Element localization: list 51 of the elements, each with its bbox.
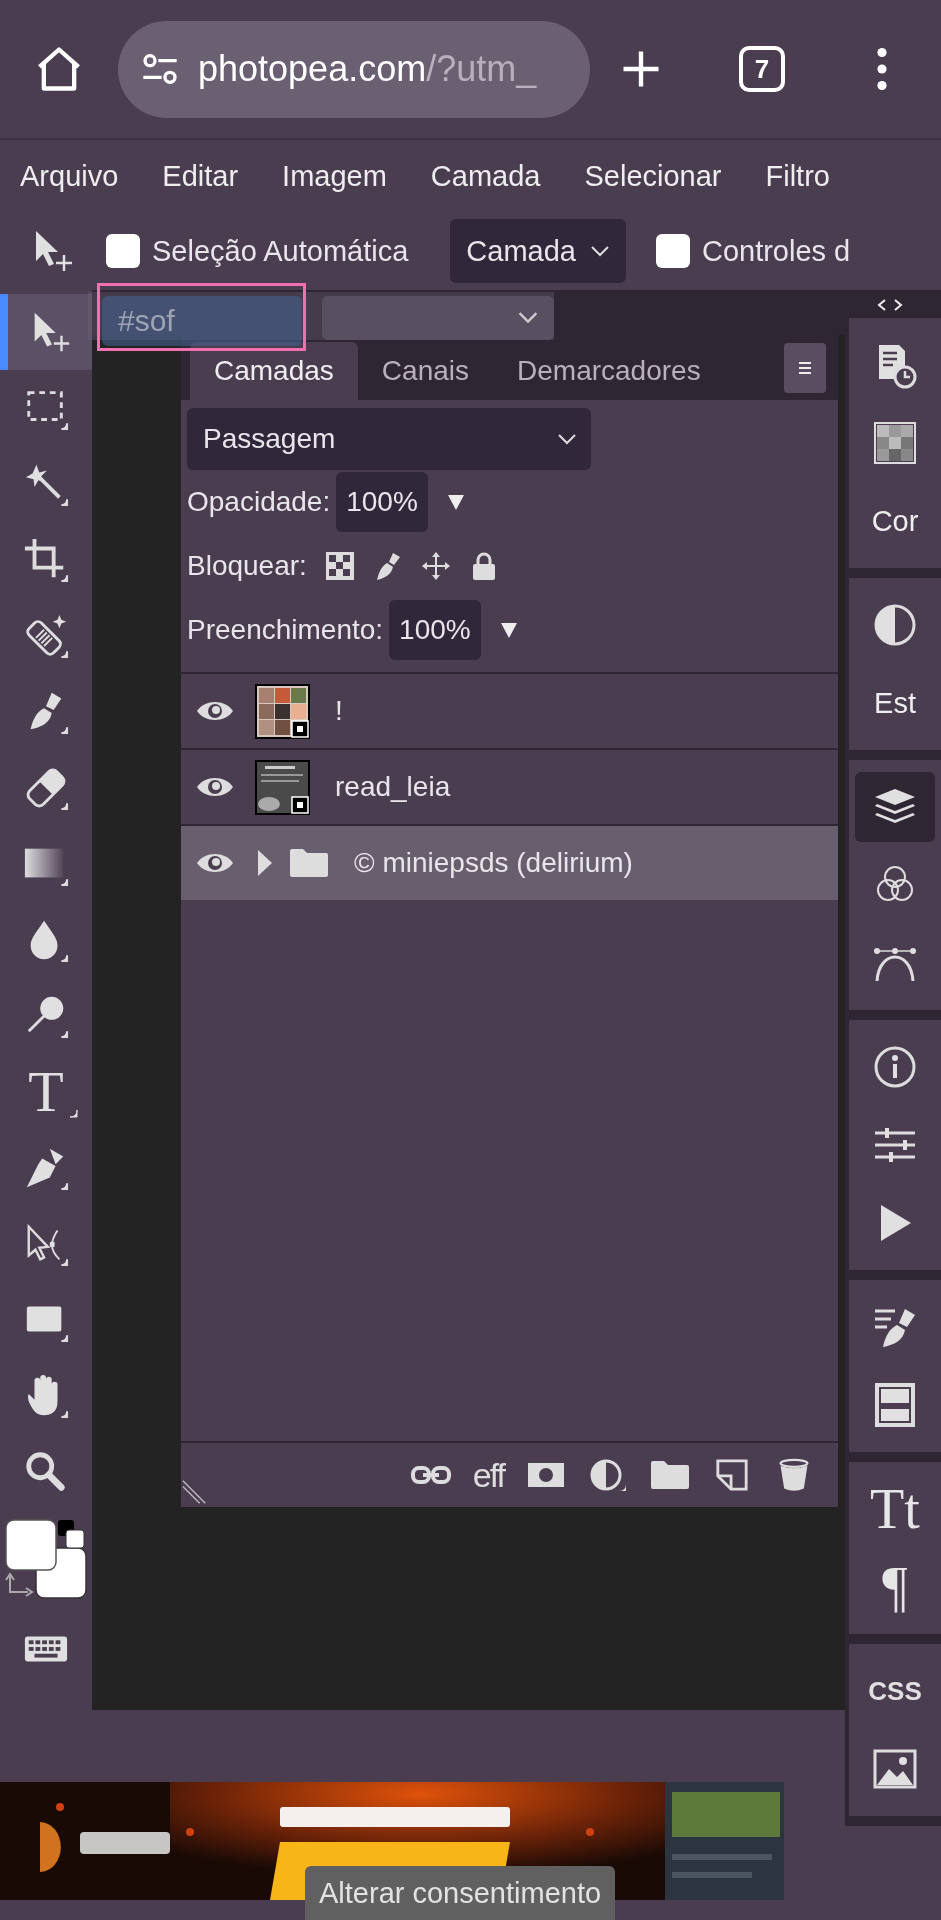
checkbox[interactable]: [106, 234, 140, 268]
checkbox-label: Seleção Automática: [152, 234, 409, 268]
checkerboard-icon[interactable]: [324, 551, 355, 581]
type-panel-button[interactable]: ¶: [855, 1552, 935, 1622]
move-arrows-icon[interactable]: [420, 551, 451, 581]
layer-row[interactable]: !: [181, 674, 838, 750]
layer-name: !: [335, 695, 343, 727]
effects-button[interactable]: eff: [472, 1455, 504, 1495]
layer-name: read_leia: [335, 771, 451, 803]
type-tool-button[interactable]: T: [0, 1054, 92, 1130]
menu-item[interactable]: Filtro: [765, 159, 830, 193]
url-text: photopea.com/?utm_: [198, 48, 537, 90]
corner-mark-icon: [68, 1108, 78, 1118]
panel-button[interactable]: [855, 772, 935, 842]
half-circle-icon[interactable]: [588, 1458, 628, 1492]
layer-row[interactable]: © miniepsds (delirium): [181, 826, 838, 900]
panel-tab[interactable]: Demarcadores: [493, 342, 725, 400]
folder-icon: [289, 848, 329, 878]
chevron-icon: [557, 433, 577, 445]
consent-button[interactable]: Alterar consentimento: [305, 1866, 616, 1920]
menu-item[interactable]: Imagem: [282, 159, 387, 193]
menu-item[interactable]: Editar: [162, 159, 239, 193]
panel-tab[interactable]: Canais: [357, 342, 493, 400]
opacity-label: Opacidade:: [187, 486, 331, 518]
lock-label: Bloquear:: [187, 550, 307, 582]
layer-name: © miniepsds (delirium): [354, 847, 633, 879]
swatches-icon: [871, 419, 919, 467]
bandage-icon: [23, 613, 69, 659]
fill-field[interactable]: 100%: [389, 600, 481, 660]
menu-item[interactable]: Camada: [430, 159, 541, 193]
dropdown-triangle-icon[interactable]: [445, 493, 466, 511]
blend-mode-dropdown[interactable]: Passagem: [187, 408, 591, 470]
dropdown-triangle-icon[interactable]: [498, 621, 519, 639]
panel-menu-button[interactable]: [784, 343, 826, 393]
opacity-field[interactable]: 100%: [336, 472, 428, 532]
tool-button[interactable]: [0, 294, 92, 370]
crop-icon: [23, 537, 69, 583]
menu-item[interactable]: Arquivo: [20, 159, 119, 193]
menu-item[interactable]: Selecionar: [584, 159, 722, 193]
folder-icon[interactable]: [650, 1458, 690, 1492]
address-bar[interactable]: photopea.com/?utm_: [118, 20, 590, 118]
fill-label: Preenchimento:: [187, 614, 384, 646]
expand-collapse-icon[interactable]: [875, 298, 905, 312]
more-menu-icon[interactable]: [876, 47, 888, 91]
target-dropdown[interactable]: Camada: [450, 219, 626, 283]
panel-tab[interactable]: Camadas: [190, 342, 358, 400]
type-panel-button[interactable]: Tt: [855, 1474, 935, 1544]
checkbox[interactable]: [655, 234, 690, 268]
checkbox-label: Controles d: [701, 234, 851, 268]
chevron-icon: [589, 245, 610, 257]
tab-count-button[interactable]: 7: [739, 46, 785, 92]
